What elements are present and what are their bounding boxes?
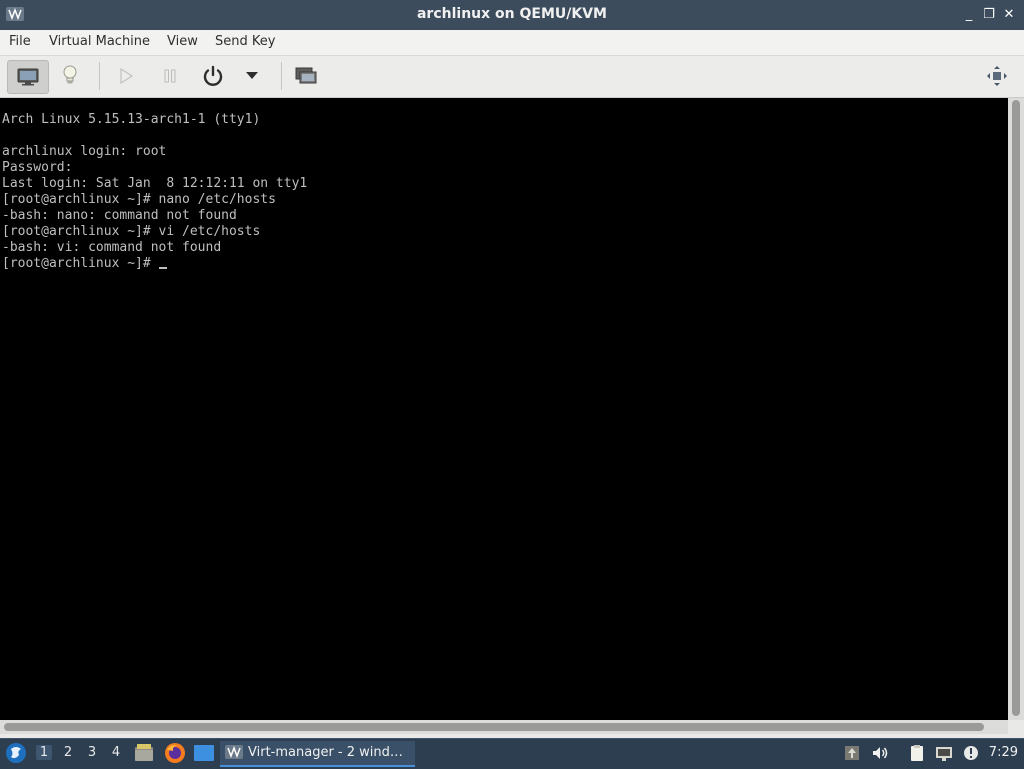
console-line: Arch Linux 5.15.13-arch1-1 (tty1) [2,112,261,127]
firefox-icon[interactable] [164,742,186,764]
workspace-1[interactable]: 1 [36,745,52,760]
fullscreen-icon [987,66,1007,86]
vm-console-display[interactable]: Arch Linux 5.15.13-arch1-1 (tty1) archli… [0,98,1008,720]
console-line: Password: [2,160,73,175]
notification-icon[interactable] [962,744,980,762]
title-bar[interactable]: archlinux on QEMU/KVM _ ❐ ✕ [0,0,1024,30]
taskbar-task-virt-manager[interactable]: Virt-manager - 2 wind… [220,741,415,767]
shutdown-button[interactable] [193,60,233,92]
pause-icon [164,69,176,83]
show-desktop-icon[interactable] [193,744,215,762]
shutdown-menu-button[interactable] [232,60,272,92]
console-line: -bash: vi: command not found [2,240,222,255]
taskbar: 1 2 3 4 Virt-manager - 2 wind… 7:29 [0,738,1024,769]
menu-bar: File Virtual Machine View Send Key [0,30,1024,56]
toolbar [0,56,1024,98]
clock[interactable]: 7:29 [989,745,1018,760]
console-line: -bash: nano: command not found [2,208,237,223]
pause-button[interactable] [150,60,190,92]
start-menu-icon[interactable] [5,742,27,764]
menu-virtual-machine[interactable]: Virtual Machine [49,34,150,49]
dropdown-arrow-icon [246,72,258,79]
play-icon [120,68,133,84]
workspace-2[interactable]: 2 [60,745,76,760]
monitor-icon [17,68,39,86]
console-line: [root@archlinux ~]# nano /etc/hosts [2,192,276,207]
task-label: Virt-manager - 2 wind… [248,745,403,760]
console-line: Last login: Sat Jan 8 12:12:11 on tty1 [2,176,308,191]
snapshots-icon [295,67,317,84]
show-details-button[interactable] [50,60,90,92]
vertical-scroll-thumb[interactable] [1012,100,1020,716]
fullscreen-button[interactable] [977,60,1017,92]
close-button[interactable]: ✕ [1000,6,1018,24]
menu-send-key[interactable]: Send Key [215,34,275,49]
run-button[interactable] [106,60,146,92]
vertical-scrollbar[interactable] [1008,98,1024,720]
virt-manager-task-icon [225,745,243,759]
file-manager-icon[interactable] [134,743,154,763]
text-cursor [158,267,167,269]
virt-manager-window: archlinux on QEMU/KVM _ ❐ ✕ File Virtual… [0,0,1024,738]
console-line: archlinux login: root [2,144,167,159]
clipboard-icon[interactable] [908,744,926,762]
power-icon [203,65,223,86]
toolbar-separator [99,62,100,90]
menu-file[interactable]: File [9,34,31,49]
volume-icon[interactable] [871,744,889,762]
workspace-3[interactable]: 3 [84,745,100,760]
minimize-button[interactable]: _ [960,6,978,24]
snapshots-button[interactable] [286,60,326,92]
menu-view[interactable]: View [167,34,198,49]
horizontal-scroll-thumb[interactable] [4,723,984,731]
lightbulb-icon [63,65,77,84]
network-icon[interactable] [935,744,953,762]
show-console-button[interactable] [7,60,49,94]
update-notifier-icon[interactable] [843,744,861,762]
workspace-4[interactable]: 4 [108,745,124,760]
horizontal-scrollbar[interactable] [0,720,1008,734]
window-title: archlinux on QEMU/KVM [416,6,607,22]
console-line: [root@archlinux ~]# vi /etc/hosts [2,224,261,239]
toolbar-separator [281,62,282,90]
console-prompt: [root@archlinux ~]# [2,256,159,271]
restore-button[interactable]: ❐ [980,6,998,24]
